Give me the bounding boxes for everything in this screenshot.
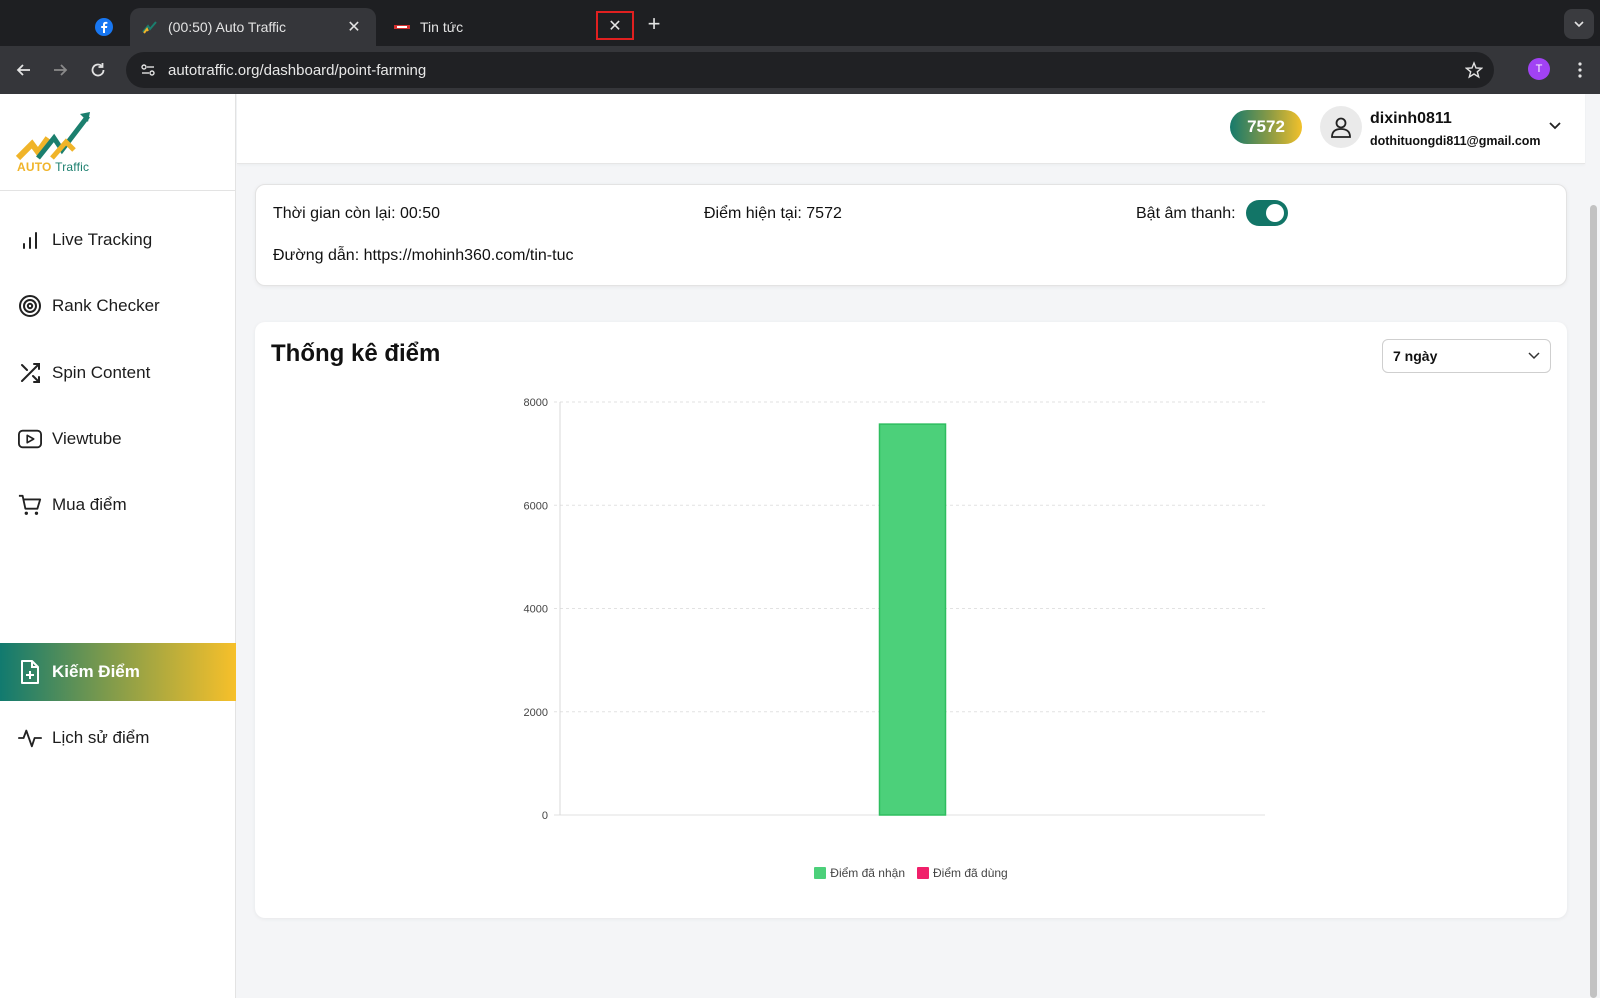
address-bar[interactable]: autotraffic.org/dashboard/point-farming — [126, 52, 1494, 88]
sidebar: AUTO Traffic Live Tracking Rank Checker … — [0, 94, 236, 998]
sidebar-item-live-tracking[interactable]: Live Tracking — [0, 211, 236, 269]
points-stats-card: Thống kê điểm 7 ngày 0 2000 4000 6000 8000 Đ… — [255, 322, 1567, 918]
chevron-down-icon[interactable] — [1545, 116, 1565, 136]
site-settings-icon[interactable] — [128, 52, 168, 88]
scrollbar-thumb[interactable] — [1590, 205, 1597, 998]
sidebar-item-rank-checker[interactable]: Rank Checker — [0, 277, 236, 335]
facebook-icon — [95, 18, 113, 36]
auto-traffic-favicon-icon — [142, 21, 157, 34]
y-tick-label: 8000 — [524, 397, 548, 409]
target-icon — [18, 294, 42, 318]
chart-legend: Điểm đã nhận Điểm đã dùng — [255, 866, 1567, 880]
sidebar-item-label: Spin Content — [52, 363, 151, 382]
y-tick-label: 2000 — [524, 707, 548, 719]
top-header: 7572 dixinh0811 dothituongdi811@gmail.co… — [237, 94, 1585, 164]
legend-swatch — [917, 867, 929, 879]
sidebar-item-spin-content[interactable]: Spin Content — [0, 344, 236, 402]
sound-label: Bật âm thanh: — [1136, 205, 1236, 222]
forward-icon[interactable] — [46, 56, 74, 84]
points-badge: 7572 — [1230, 110, 1302, 144]
logo-text: AUTO Traffic — [17, 160, 90, 174]
legend-label: Điểm đã nhận — [830, 866, 905, 880]
user-email: dothituongdi811@gmail.com — [1370, 134, 1541, 148]
legend-swatch — [814, 867, 827, 879]
bookmark-star-icon[interactable] — [1454, 52, 1494, 88]
sidebar-item-lich-su-diem[interactable]: Lịch sử điểm — [0, 709, 236, 767]
bar-Điểm đã nhận[interactable] — [878, 423, 947, 816]
tab-search-icon[interactable] — [1564, 9, 1594, 39]
tab-title: (00:50) Auto Traffic — [168, 19, 287, 35]
y-tick-label: 0 — [542, 810, 548, 822]
youtube-icon — [18, 427, 42, 451]
legend-label: Điểm đã dùng — [933, 866, 1008, 880]
sidebar-item-label: Kiếm Điểm — [52, 662, 140, 681]
close-tab-icon[interactable]: ✕ — [596, 11, 634, 40]
farming-info-card: Thời gian còn lại: 00:50 Điểm hiện tại: … — [255, 184, 1567, 286]
news-favicon-icon — [394, 25, 410, 29]
tab-auto-traffic[interactable]: (00:50) Auto Traffic ✕ — [130, 8, 376, 46]
legend-item[interactable]: Điểm đã nhận — [814, 866, 905, 880]
sidebar-divider — [0, 190, 236, 191]
cart-icon — [18, 493, 42, 517]
file-plus-icon — [18, 660, 42, 684]
user-avatar-icon[interactable] — [1320, 106, 1362, 148]
browser-tab-bar: (00:50) Auto Traffic ✕ Tin tức ✕ + — [0, 0, 1600, 46]
back-icon[interactable] — [10, 56, 38, 84]
url-text: autotraffic.org/dashboard/point-farming — [168, 61, 427, 79]
shuffle-icon — [18, 361, 42, 385]
user-name[interactable]: dixinh0811 — [1370, 110, 1452, 128]
legend-item[interactable]: Điểm đã dùng — [917, 866, 1008, 880]
tab-title: Tin tức — [420, 19, 464, 35]
sidebar-item-label: Mua điểm — [52, 495, 127, 514]
new-tab-icon[interactable]: + — [640, 10, 668, 38]
reload-icon[interactable] — [84, 56, 112, 84]
y-tick-label: 6000 — [524, 500, 548, 512]
sidebar-item-viewtube[interactable]: Viewtube — [0, 410, 236, 468]
close-tab-icon[interactable]: ✕ — [344, 17, 364, 37]
bar-chart-icon — [18, 228, 42, 252]
current-points: Điểm hiện tại: 7572 — [704, 205, 842, 222]
sidebar-item-label: Live Tracking — [52, 230, 153, 249]
sidebar-item-kiem-diem[interactable]: Kiếm Điểm — [0, 643, 236, 701]
points-bar-chart: 0 2000 4000 6000 8000 — [524, 397, 1265, 822]
profile-avatar[interactable]: T — [1528, 58, 1550, 80]
farming-path: Đường dẫn: https://mohinh360.com/tin-tuc — [273, 247, 574, 264]
sound-toggle[interactable] — [1246, 200, 1288, 226]
browser-toolbar: autotraffic.org/dashboard/point-farming … — [0, 46, 1600, 94]
sidebar-item-label: Rank Checker — [52, 296, 160, 315]
sidebar-item-label: Lịch sử điểm — [52, 728, 150, 747]
sidebar-item-mua-diem[interactable]: Mua điểm — [0, 476, 236, 534]
tab-tin-tuc[interactable]: Tin tức — [382, 8, 630, 46]
y-tick-label: 4000 — [524, 604, 548, 616]
tab-facebook[interactable] — [80, 8, 128, 46]
time-left: Thời gian còn lại: 00:50 — [273, 205, 441, 222]
browser-menu-icon[interactable] — [1568, 56, 1592, 84]
sidebar-item-label: Viewtube — [52, 429, 122, 448]
activity-icon — [18, 726, 42, 750]
